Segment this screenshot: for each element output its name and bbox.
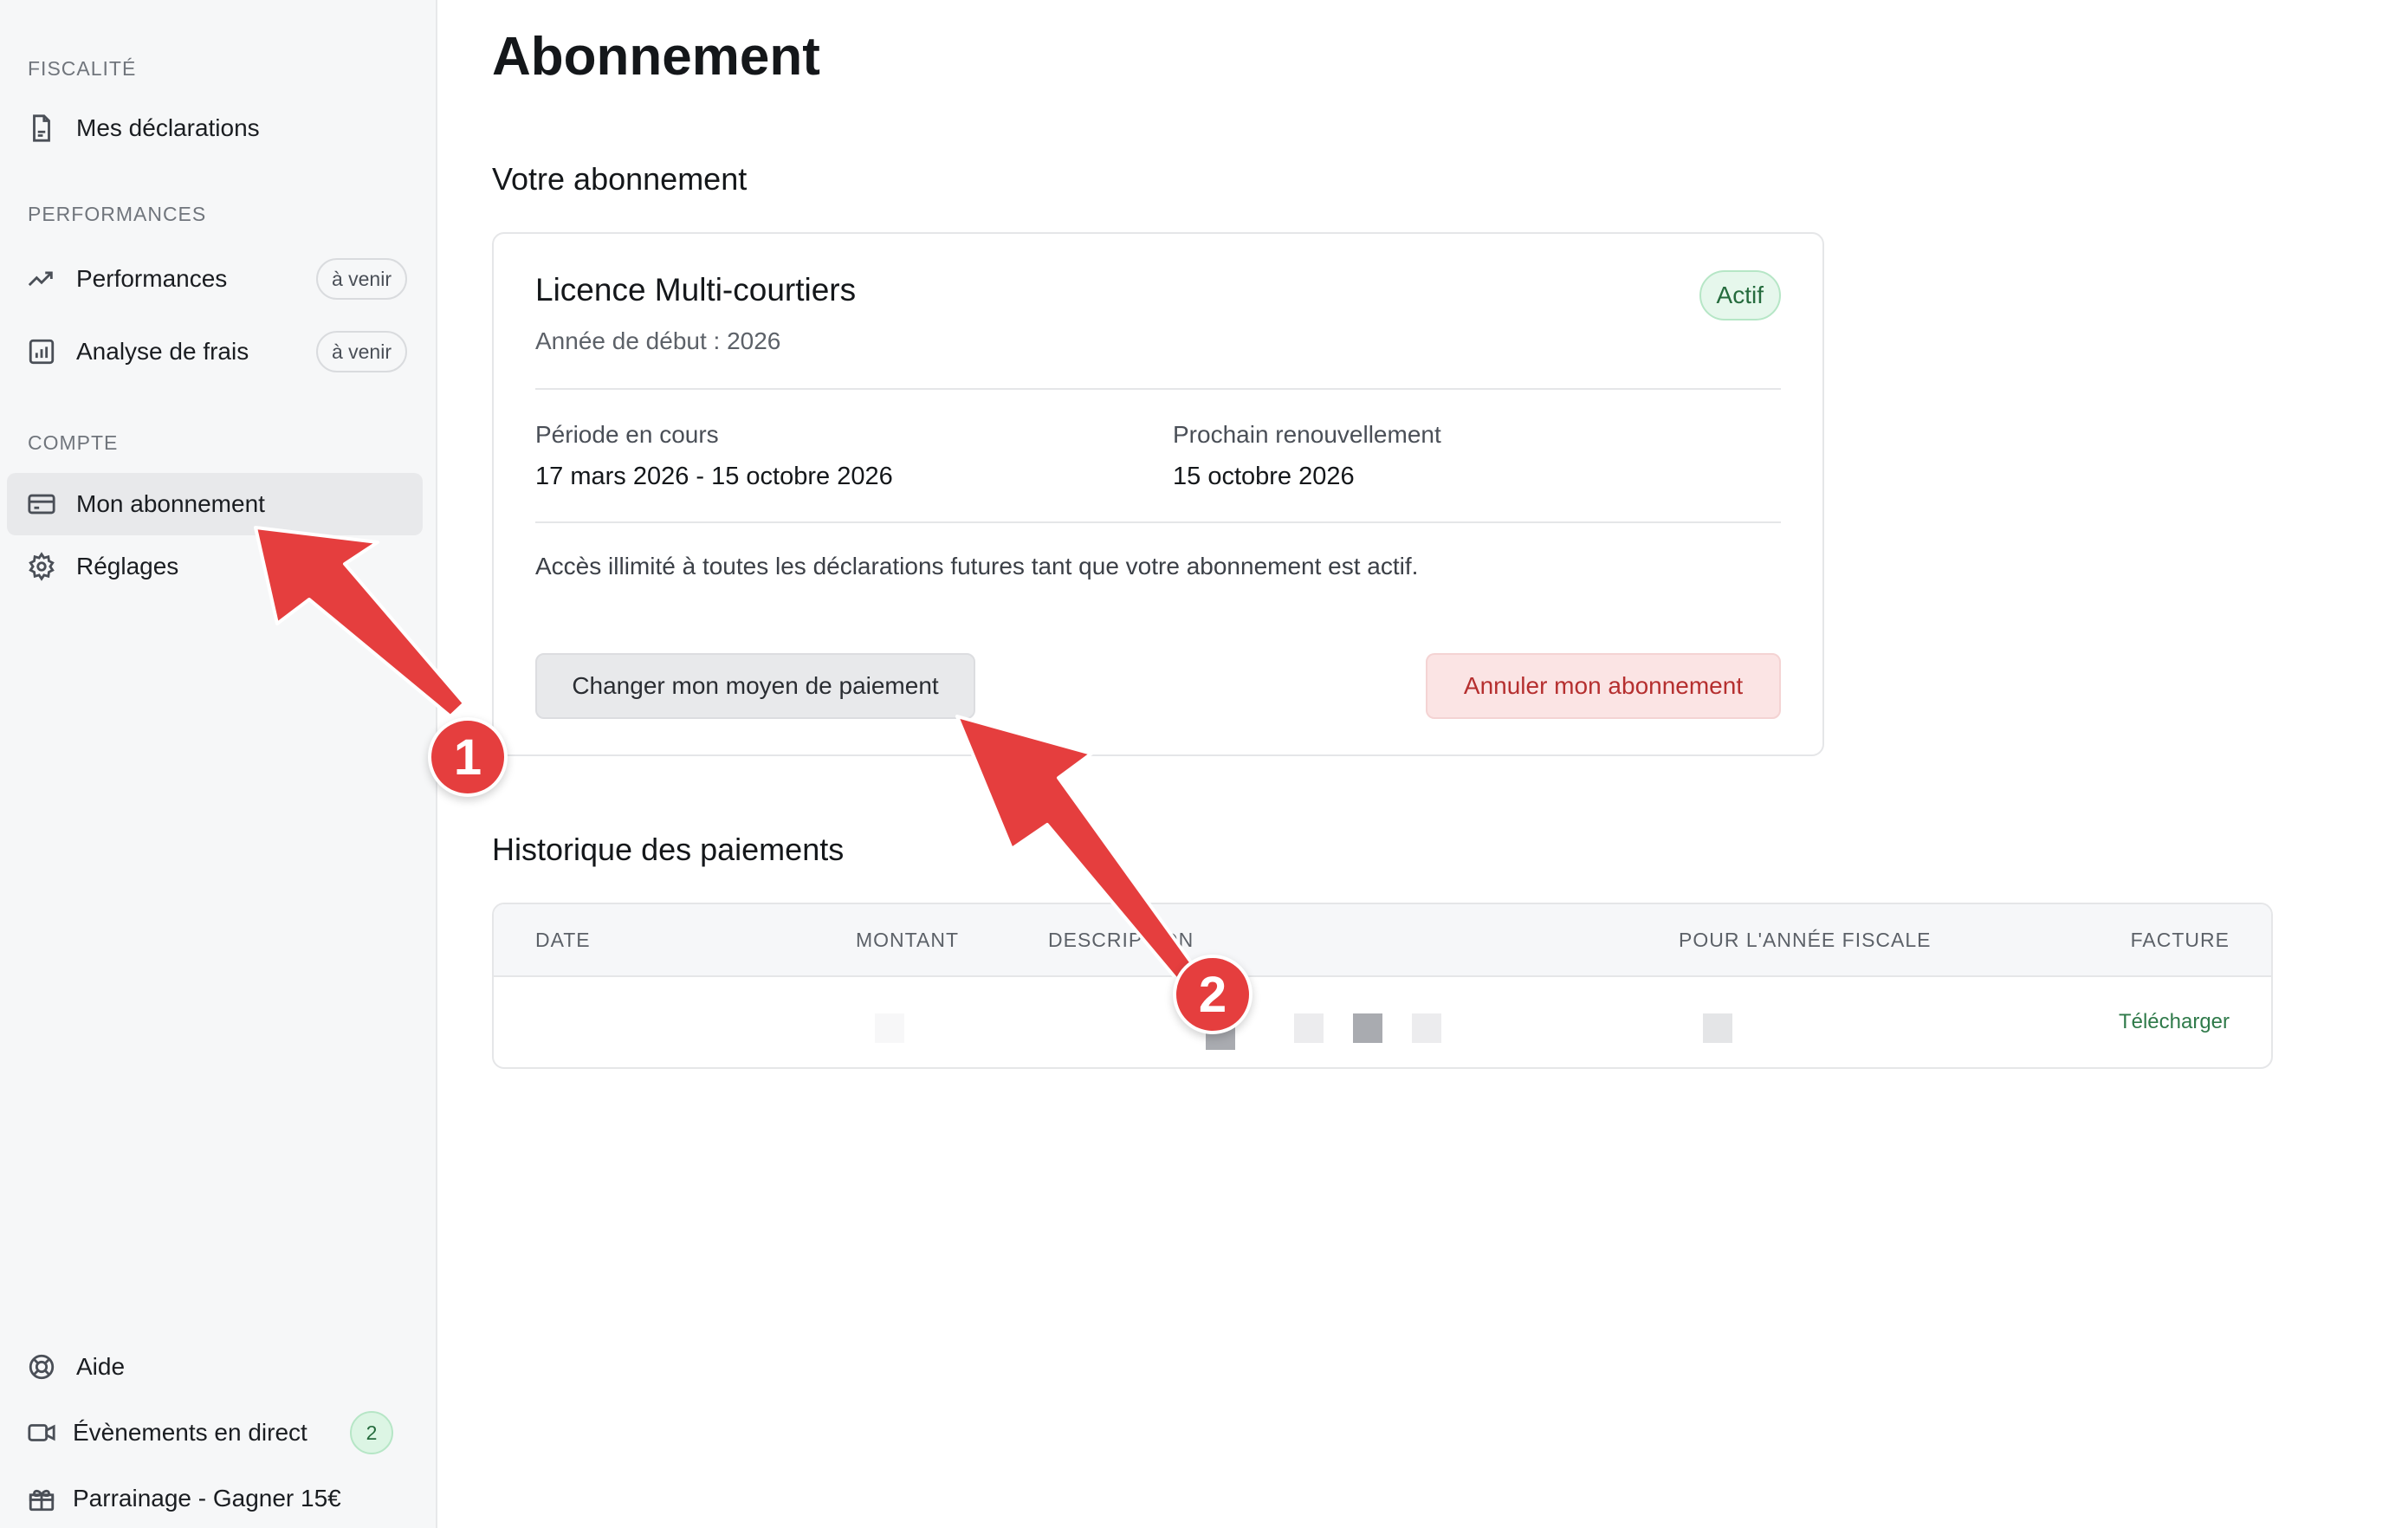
redacted-cell [1353,1013,1382,1043]
subscription-note: Accès illimité à toutes les déclarations… [535,553,1419,579]
subscription-heading: Votre abonnement [492,161,748,197]
coming-soon-badge: à venir [315,331,407,372]
section-title-performances: PERFORMANCES [28,203,207,225]
license-title: Licence Multi-courtiers [535,272,857,308]
sidebar-item-parrainage[interactable]: Parrainage - Gagner 15€ [7,1467,423,1528]
sidebar-item-mes-declarations[interactable]: Mes déclarations [7,97,423,159]
bar-chart-icon [26,336,57,367]
trend-up-icon [26,263,57,295]
coming-soon-badge: à venir [315,258,407,300]
sidebar-item-mon-abonnement[interactable]: Mon abonnement [7,473,423,535]
current-period-label: Période en cours [535,421,719,448]
section-title-fiscalite: FISCALITÉ [28,57,137,80]
redacted-cell [875,1013,904,1043]
sidebar-item-label: Performances [76,265,228,292]
sidebar-item-label: Analyse de frais [76,338,249,365]
sidebar-item-performances[interactable]: Performances à venir [7,248,423,310]
payment-history-table: DATE MONTANT DESCRIPTION POUR L'ANNÉE FI… [492,903,2273,1069]
cancel-subscription-button[interactable]: Annuler mon abonnement [1426,653,1781,719]
sidebar-item-label: Parrainage - Gagner 15€ [73,1485,341,1512]
section-title-compte: COMPTE [28,431,119,454]
sidebar-item-label: Réglages [76,553,179,579]
column-header-description: DESCRIPTION [1048,929,1194,951]
sidebar: FISCALITÉ Mes déclarations PERFORMANCES … [0,0,437,1528]
app-root: FISCALITÉ Mes déclarations PERFORMANCES … [0,0,2408,1528]
sidebar-item-reglages[interactable]: Réglages [7,535,423,598]
gift-icon [26,1483,57,1514]
column-header-date: DATE [535,929,591,951]
column-header-annee-fiscale: POUR L'ANNÉE FISCALE [1679,929,1932,951]
step-marker-1: 1 [428,717,508,797]
sidebar-item-analyse-de-frais[interactable]: Analyse de frais à venir [7,320,423,383]
credit-card-icon [26,489,57,520]
column-header-montant: MONTANT [856,929,960,951]
lifebuoy-icon [26,1351,57,1382]
divider [535,388,1781,390]
document-icon [26,113,57,144]
sidebar-item-label: Évènements en direct [73,1419,307,1446]
redacted-cell [1294,1013,1324,1043]
gear-icon [26,551,57,582]
page-title: Abonnement [492,27,820,87]
table-header: DATE MONTANT DESCRIPTION POUR L'ANNÉE FI… [494,904,2271,977]
status-badge: Actif [1699,270,1781,320]
sidebar-item-label: Aide [76,1353,126,1380]
subscription-card: Licence Multi-courtiers Année de début :… [492,232,1824,756]
sidebar-item-label: Mes déclarations [76,114,260,141]
divider [535,521,1781,523]
payment-history-heading: Historique des paiements [492,832,845,867]
current-period-value: 17 mars 2026 - 15 octobre 2026 [535,463,893,490]
download-invoice-link[interactable]: Télécharger [2119,1010,2230,1034]
step-marker-2: 2 [1173,955,1253,1034]
sidebar-item-evenements-en-direct[interactable]: Évènements en direct 2 [7,1402,423,1464]
change-payment-method-button[interactable]: Changer mon moyen de paiement [535,653,975,719]
video-icon [26,1417,57,1448]
license-start-year: Année de début : 2026 [535,327,781,354]
redacted-cell [1703,1013,1732,1043]
renewal-value: 15 octobre 2026 [1173,463,1355,490]
renewal-label: Prochain renouvellement [1173,421,1441,448]
column-header-facture: FACTURE [2130,929,2230,951]
sidebar-item-label: Mon abonnement [76,490,265,517]
sidebar-item-aide[interactable]: Aide [7,1336,423,1398]
events-count-badge: 2 [350,1411,393,1454]
redacted-cell [1412,1013,1441,1043]
